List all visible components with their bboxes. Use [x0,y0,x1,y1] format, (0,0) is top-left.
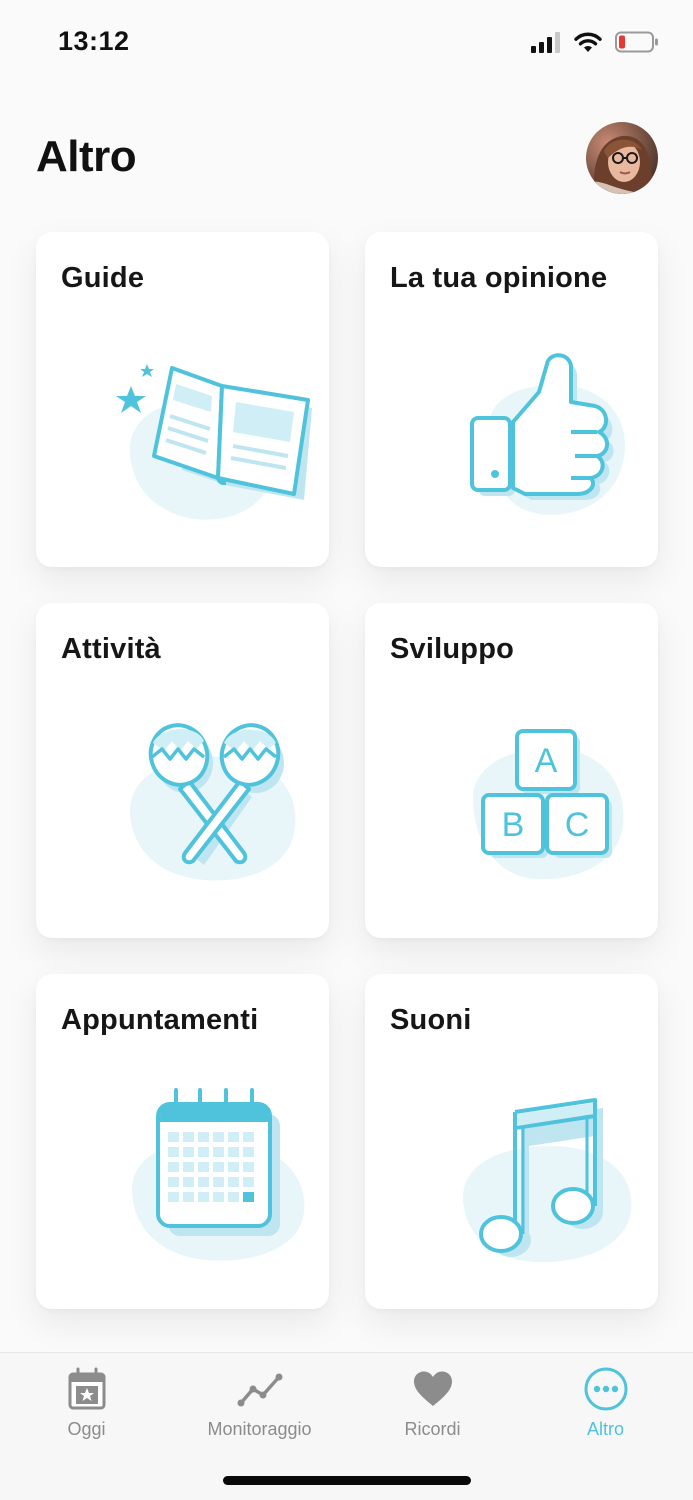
wifi-icon [573,31,603,58]
block-letter-a: A [535,742,558,780]
thumbs-up-icon [365,342,658,552]
music-note-icon [365,1084,658,1294]
page-title: Altro [36,132,137,181]
card-activities[interactable]: Attività [36,603,329,938]
heart-icon [409,1365,457,1413]
profile-avatar[interactable] [586,122,658,194]
calendar-star-icon [63,1365,111,1413]
tab-label: Monitoraggio [207,1419,312,1439]
battery-low-icon [615,31,659,58]
card-guide[interactable]: Guide [36,232,329,567]
tab-altro[interactable]: Altro [519,1365,692,1455]
status-icons [531,30,659,58]
tab-monitoraggio[interactable]: Monitoraggio [173,1365,346,1455]
card-appointments[interactable]: Appuntamenti [36,974,329,1309]
tab-oggi[interactable]: Oggi [0,1365,173,1455]
open-book-icon [36,342,329,552]
more-dots-icon [582,1365,630,1413]
maracas-icon [36,713,329,923]
card-title: Attività [61,633,161,665]
home-indicator[interactable] [223,1476,471,1485]
card-title: Guide [61,262,145,294]
block-letter-b: B [502,806,525,844]
tab-ricordi[interactable]: Ricordi [346,1365,519,1455]
status-time: 13:12 [58,26,130,56]
abc-blocks-icon: A B C [365,713,658,923]
tab-label: Oggi [67,1419,106,1439]
card-title: La tua opinione [390,262,608,294]
calendar-icon [36,1084,329,1294]
tab-label: Altro [586,1419,624,1439]
card-title: Sviluppo [390,633,515,665]
cellular-signal-icon [531,31,561,58]
card-development[interactable]: Sviluppo A B C [365,603,658,938]
tab-label: Ricordi [404,1419,461,1439]
card-feedback[interactable]: La tua opinione [365,232,658,567]
feature-grid: Guide La tua opinione Attività Sviluppo … [36,232,658,1309]
card-title: Suoni [390,1004,472,1036]
card-title: Appuntamenti [61,1004,259,1036]
status-bar: 13:12 [0,0,693,90]
block-letter-c: C [565,806,590,844]
card-sounds[interactable]: Suoni [365,974,658,1309]
line-chart-icon [236,1365,284,1413]
